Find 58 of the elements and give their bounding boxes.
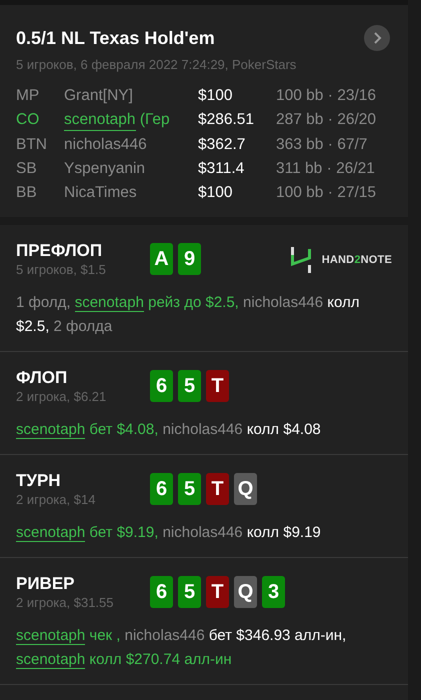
street-info: 2 игрока, $14	[16, 492, 96, 507]
card: Q	[234, 576, 257, 608]
action-text: scenotaph бет $9.19, nicholas446 колл $9.19	[16, 523, 322, 544]
position-cell-text: BTN	[16, 135, 48, 155]
stack-cell-text: $100	[198, 183, 234, 203]
street-info: 2 игрока, $31.55	[16, 595, 114, 610]
stats-cell-text: 100 bb · 23/16	[276, 86, 378, 106]
card: 5	[178, 370, 201, 402]
street-name: ТУРН	[16, 471, 62, 491]
stack-cell-text: $286.51	[198, 110, 256, 130]
card: 6	[150, 576, 173, 608]
player-name: NicaTimes	[64, 183, 138, 203]
card: T	[206, 576, 229, 608]
player-link[interactable]: scenotaph	[74, 294, 144, 312]
card: A	[150, 243, 173, 275]
player-link[interactable]: scenotaph	[16, 627, 86, 645]
stats-cell-text: 311 bb · 26/21	[276, 159, 376, 179]
card: 6	[150, 370, 173, 402]
card: 6	[150, 473, 173, 505]
player-name: nicholas446	[64, 135, 148, 155]
position-cell-text: SB	[16, 159, 38, 179]
stack-cell-text: $100	[198, 86, 234, 106]
next-button[interactable]	[364, 25, 390, 51]
card: T	[206, 473, 229, 505]
stats-cell-text: 287 bb · 26/20	[276, 110, 378, 130]
logo-text: HAND2NOTE	[322, 254, 392, 266]
player-name: Grant[NY]	[64, 86, 134, 106]
street-name: ФЛОП	[16, 368, 68, 388]
card: 9	[178, 243, 201, 275]
position-cell-text: BB	[16, 183, 38, 203]
player-note: (Гер	[138, 110, 170, 130]
card: 3	[262, 576, 285, 608]
card: Q	[234, 473, 257, 505]
action-text: scenotaph чек , nicholas446 бет $346.93 алл-ин, scenotaph колл $270.74 алл-ин	[16, 626, 348, 671]
player-link[interactable]: scenotaph	[16, 524, 86, 542]
action-text: scenotaph бет $4.08, nicholas446 колл $4.08	[16, 420, 322, 441]
chevron-right-icon	[372, 32, 382, 44]
hand-title: 0.5/1 NL Texas Hold'em	[16, 28, 215, 48]
card: 5	[178, 473, 201, 505]
stats-cell-text: 363 bb · 67/7	[276, 135, 368, 155]
street-info: 2 игрока, $6.21	[16, 389, 108, 404]
player-name: Yspenyanin	[64, 159, 146, 179]
street-name: ПРЕФЛОП	[16, 241, 104, 261]
card: 5	[178, 576, 201, 608]
street-info: 5 игроков, $1.5	[16, 262, 107, 277]
stack-cell-text: $362.7	[198, 135, 246, 155]
player-link[interactable]: scenotaph	[16, 421, 86, 439]
player-link[interactable]: scenotaph	[64, 110, 136, 131]
stack-cell-text: $311.4	[198, 159, 246, 179]
position-cell-text: MP	[16, 86, 40, 106]
action-text: 1 фолд, scenotaph рейз до $2.5, nicholas446 колл $2.5, 2 фолда	[16, 293, 361, 337]
position-cell-text: CO	[16, 110, 40, 130]
logo-icon	[290, 247, 312, 273]
stats-cell-text: 100 bb · 27/15	[276, 183, 378, 203]
street-name: РИВЕР	[16, 574, 76, 594]
card: T	[206, 370, 229, 402]
hand-info: 5 игроков, 6 февраля 2022 7:24:29, PokerStars	[16, 57, 298, 72]
player-link[interactable]: scenotaph	[16, 651, 86, 669]
